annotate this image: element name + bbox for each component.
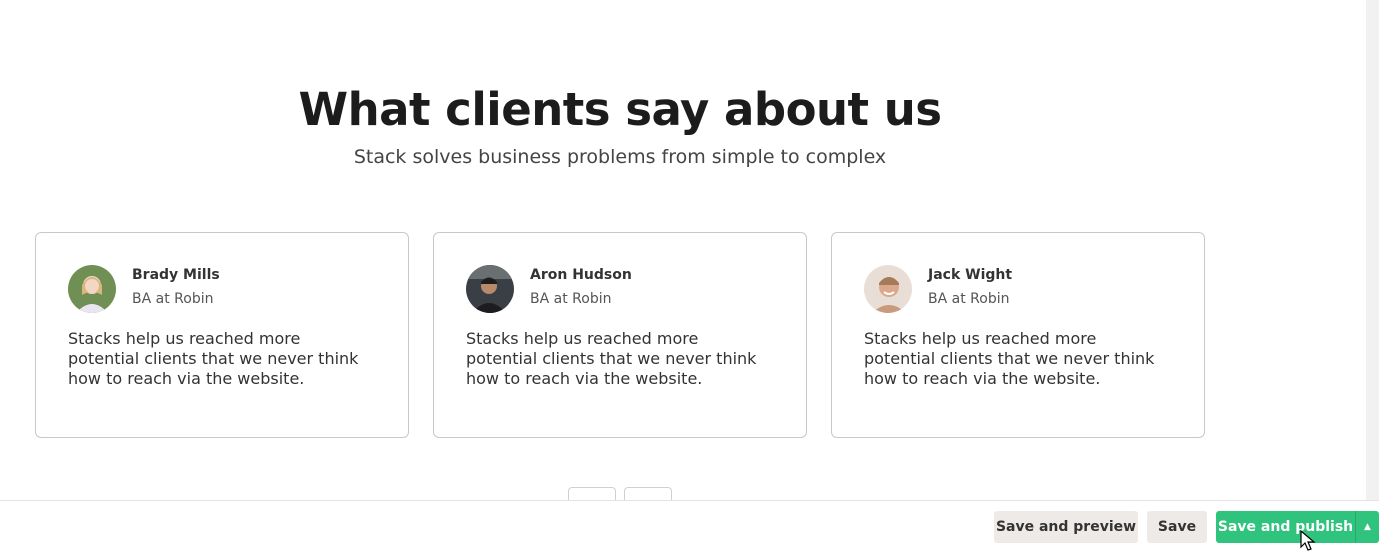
save-and-preview-button[interactable]: Save and preview bbox=[994, 511, 1138, 543]
testimonial-role: BA at Robin bbox=[928, 291, 1010, 307]
testimonial-role: BA at Robin bbox=[132, 291, 214, 307]
save-button[interactable]: Save bbox=[1147, 511, 1207, 543]
mouse-pointer-icon bbox=[1300, 530, 1316, 551]
testimonial-card: Aron Hudson BA at Robin Stacks help us r… bbox=[433, 232, 807, 438]
section-title: What clients say about us bbox=[298, 83, 942, 136]
avatar bbox=[68, 265, 116, 313]
testimonial-name: Jack Wight bbox=[928, 267, 1013, 283]
section-subtitle: Stack solves business problems from simp… bbox=[353, 146, 887, 168]
publish-options-button[interactable]: ▲ bbox=[1355, 511, 1379, 543]
testimonial-card: Brady Mills BA at Robin Stacks help us r… bbox=[35, 232, 409, 438]
avatar bbox=[864, 265, 912, 313]
save-and-publish-button[interactable]: Save and publish bbox=[1216, 511, 1355, 543]
testimonial-card: Jack Wight BA at Robin Stacks help us re… bbox=[831, 232, 1205, 438]
testimonial-role: BA at Robin bbox=[530, 291, 612, 307]
testimonial-quote: Stacks help us reached more potential cl… bbox=[466, 329, 757, 388]
testimonial-name: Brady Mills bbox=[132, 267, 220, 283]
editor-action-bar: Save and preview Save Save and publish ▲ bbox=[0, 500, 1379, 551]
caret-up-icon: ▲ bbox=[1364, 522, 1371, 532]
avatar bbox=[466, 265, 514, 313]
testimonial-quote: Stacks help us reached more potential cl… bbox=[68, 329, 359, 388]
testimonial-name: Aron Hudson bbox=[530, 267, 632, 283]
page-scrollbar[interactable] bbox=[1366, 0, 1379, 551]
testimonial-quote: Stacks help us reached more potential cl… bbox=[864, 329, 1155, 388]
